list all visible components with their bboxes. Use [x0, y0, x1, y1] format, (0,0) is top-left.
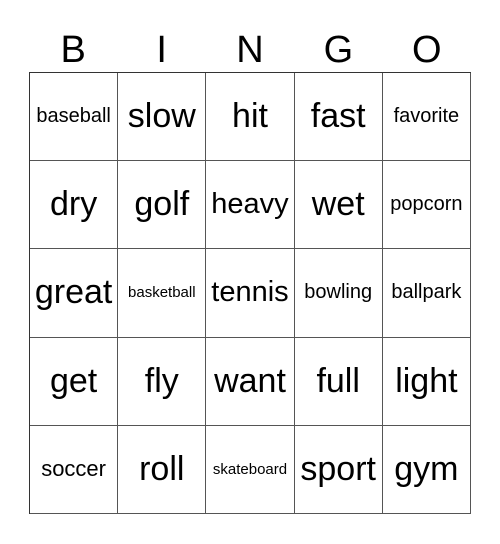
header-letter-o: O — [412, 29, 442, 71]
bingo-cell[interactable]: gym — [382, 425, 471, 514]
bingo-cell[interactable]: soccer — [30, 425, 119, 514]
bingo-cell[interactable]: sport — [294, 425, 383, 514]
header-letter-n: N — [236, 29, 264, 71]
bingo-grid: baseball slow hit fast favorite dry golf heavy w… — [29, 72, 471, 514]
bingo-cell[interactable]: heavy — [206, 161, 295, 250]
bingo-cell[interactable]: bowling — [294, 249, 383, 338]
bingo-cell[interactable]: golf — [118, 161, 207, 250]
bingo-cell[interactable]: fly — [118, 337, 207, 426]
header-letter-b: B — [60, 29, 86, 71]
bingo-cell[interactable]: baseball — [30, 73, 119, 162]
bingo-cell[interactable]: favorite — [382, 73, 471, 162]
bingo-cell[interactable]: great — [30, 249, 119, 338]
bingo-cell[interactable]: popcorn — [382, 161, 471, 250]
bingo-cell[interactable]: basketball — [118, 249, 207, 338]
bingo-cell[interactable]: fast — [294, 73, 383, 162]
bingo-cell[interactable]: roll — [118, 425, 207, 514]
header-letter-i: I — [156, 29, 167, 71]
bingo-cell[interactable]: slow — [118, 73, 207, 162]
bingo-header: B I N G O — [29, 28, 471, 72]
bingo-cell[interactable]: get — [30, 337, 119, 426]
bingo-cell[interactable]: hit — [206, 73, 295, 162]
bingo-cell[interactable]: wet — [294, 161, 383, 250]
bingo-cell[interactable]: light — [382, 337, 471, 426]
bingo-cell[interactable]: tennis — [206, 249, 295, 338]
bingo-cell[interactable]: skateboard — [206, 425, 295, 514]
bingo-cell[interactable]: ballpark — [382, 249, 471, 338]
bingo-cell[interactable]: full — [294, 337, 383, 426]
header-letter-g: G — [323, 29, 354, 71]
bingo-cell[interactable]: want — [206, 337, 295, 426]
bingo-cell[interactable]: dry — [30, 161, 119, 250]
